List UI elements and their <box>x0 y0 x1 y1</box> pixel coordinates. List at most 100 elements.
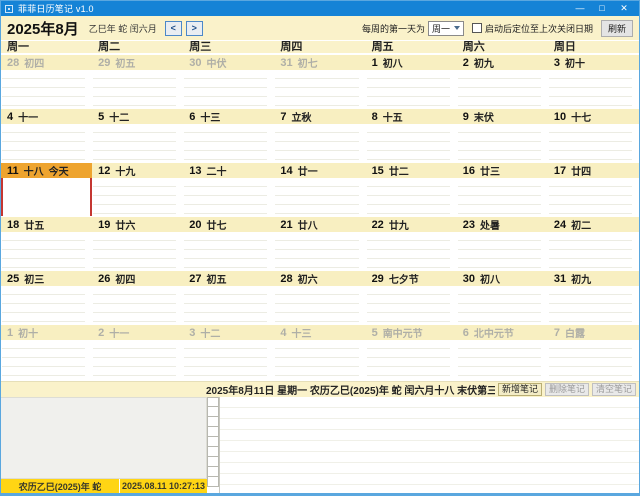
calendar-cell[interactable]: 3十二 <box>183 325 274 381</box>
day-number: 13 <box>189 165 201 177</box>
calendar-cell[interactable]: 12 十九 <box>92 163 183 216</box>
day-note-area <box>367 286 450 324</box>
calendar-cell[interactable]: 14廿一 <box>274 163 365 216</box>
calendar-week-row: 4十一5十二6十三7立秋8十五9末伏10十七 <box>1 108 639 162</box>
note-list-slot[interactable] <box>207 457 219 467</box>
auto-locate-checkbox[interactable] <box>472 23 482 33</box>
minimize-icon[interactable]: — <box>569 1 591 16</box>
day-note-area <box>184 124 267 162</box>
note-content-area[interactable] <box>219 397 639 493</box>
calendar-cell[interactable]: 2初九 <box>457 55 548 108</box>
note-list-slot[interactable] <box>207 397 219 407</box>
close-icon[interactable]: ✕ <box>613 1 635 16</box>
calendar-cell[interactable]: 7立秋 <box>274 109 365 162</box>
note-list-slot[interactable] <box>207 417 219 427</box>
calendar-week-row: 25初三26初四27初五28初六29七夕节30初八31初九 <box>1 270 639 324</box>
calendar-cell[interactable]: 26初四 <box>92 271 183 324</box>
day-strip: 30中伏 <box>183 55 274 70</box>
day-number: 6 <box>463 327 469 339</box>
calendar-week-row: 11十八今天 12 十九 13二十14廿一15廿二16廿三17廿四 <box>1 162 639 216</box>
calendar-cell[interactable]: 29初五 <box>92 55 183 108</box>
calendar-cell[interactable]: 20廿七 <box>183 217 274 270</box>
day-strip: 10十七 <box>548 109 639 124</box>
day-note-area <box>184 178 267 216</box>
calendar-cell[interactable]: 5十二 <box>92 109 183 162</box>
day-lunar-label: 十三 <box>292 325 312 340</box>
first-day-label: 每周的第一天为 <box>362 22 425 35</box>
calendar-cell[interactable]: 25初三 <box>1 271 92 324</box>
note-list-slot[interactable] <box>207 407 219 417</box>
day-number: 3 <box>189 327 195 339</box>
day-strip: 14廿一 <box>274 163 365 178</box>
note-list-slot[interactable] <box>207 447 219 457</box>
note-list-slot[interactable] <box>207 467 219 477</box>
day-lunar-label: 初四 <box>24 55 44 70</box>
calendar-cell[interactable]: 27初五 <box>183 271 274 324</box>
calendar-cell[interactable]: 17廿四 <box>548 163 639 216</box>
calendar-cell[interactable]: 16廿三 <box>457 163 548 216</box>
calendar-cell-today[interactable]: 11十八今天 <box>1 163 92 216</box>
calendar-cell[interactable]: 5南中元节 <box>366 325 457 381</box>
first-day-select[interactable]: 周一 <box>428 21 464 36</box>
calendar-cell[interactable]: 7白露 <box>548 325 639 381</box>
statusbar: 农历乙巳(2025)年 蛇 2025.08.11 10:27:13 <box>1 479 207 493</box>
note-list-slot[interactable] <box>207 437 219 447</box>
day-note-area <box>549 124 632 162</box>
calendar-cell[interactable]: 18廿五 <box>1 217 92 270</box>
day-strip: 13二十 <box>183 163 274 178</box>
calendar-cell[interactable]: 1初八 <box>366 55 457 108</box>
day-lunar-label: 十九 <box>115 163 135 178</box>
day-number: 21 <box>280 219 292 231</box>
calendar-cell[interactable]: 31初七 <box>274 55 365 108</box>
weekday-label: 周六 <box>457 41 548 54</box>
calendar-cell[interactable]: 19廿六 <box>92 217 183 270</box>
day-lunar-label: 十三 <box>200 109 220 124</box>
day-lunar-label: 南中元节 <box>383 325 423 340</box>
day-number: 17 <box>554 165 566 177</box>
calendar-cell[interactable]: 10十七 <box>548 109 639 162</box>
day-strip: 29七夕节 <box>366 271 457 286</box>
calendar-cell[interactable]: 9末伏 <box>457 109 548 162</box>
day-lunar-label: 初八 <box>480 271 500 286</box>
calendar-cell[interactable]: 29七夕节 <box>366 271 457 324</box>
calendar-cell[interactable]: 22廿九 <box>366 217 457 270</box>
calendar-cell[interactable]: 3初十 <box>548 55 639 108</box>
day-note-area <box>458 232 541 270</box>
day-strip: 28初四 <box>1 55 92 70</box>
calendar-cell[interactable]: 1初十 <box>1 325 92 381</box>
day-note-area <box>458 124 541 162</box>
maximize-icon[interactable]: □ <box>591 1 613 16</box>
calendar-cell[interactable]: 4十三 <box>274 325 365 381</box>
prev-month-button[interactable]: < <box>165 21 182 36</box>
calendar-cell[interactable]: 8十五 <box>366 109 457 162</box>
day-lunar-label: 廿三 <box>480 163 500 178</box>
day-strip: 4十一 <box>1 109 92 124</box>
calendar-cell[interactable]: 30初八 <box>457 271 548 324</box>
day-number: 12 <box>98 165 110 177</box>
calendar-cell[interactable]: 13二十 <box>183 163 274 216</box>
calendar-cell[interactable]: 28初四 <box>1 55 92 108</box>
calendar-cell[interactable]: 2十一 <box>92 325 183 381</box>
weekday-label: 周三 <box>183 41 274 54</box>
note-list-slot[interactable] <box>207 477 219 487</box>
day-note-area <box>367 178 450 216</box>
calendar-cell[interactable]: 31初九 <box>548 271 639 324</box>
calendar-cell[interactable]: 30中伏 <box>183 55 274 108</box>
note-list-slot[interactable] <box>207 427 219 437</box>
calendar-cell[interactable]: 23处暑 <box>457 217 548 270</box>
calendar-cell[interactable]: 6十三 <box>183 109 274 162</box>
calendar-cell[interactable]: 4十一 <box>1 109 92 162</box>
day-lunar-label: 末伏 <box>474 109 494 124</box>
chevron-down-icon <box>454 26 460 30</box>
next-month-button[interactable]: > <box>186 21 203 36</box>
day-note-area <box>275 124 358 162</box>
day-lunar-label: 廿八 <box>298 217 318 232</box>
calendar-cell[interactable]: 6北中元节 <box>457 325 548 381</box>
calendar-cell[interactable]: 15廿二 <box>366 163 457 216</box>
calendar-cell[interactable]: 21 廿八 <box>274 217 365 270</box>
note-action-button[interactable]: 新增笔记 <box>498 383 542 396</box>
day-number: 14 <box>280 165 292 177</box>
calendar-cell[interactable]: 24初二 <box>548 217 639 270</box>
refresh-button[interactable]: 刷新 <box>601 20 633 37</box>
calendar-cell[interactable]: 28初六 <box>274 271 365 324</box>
